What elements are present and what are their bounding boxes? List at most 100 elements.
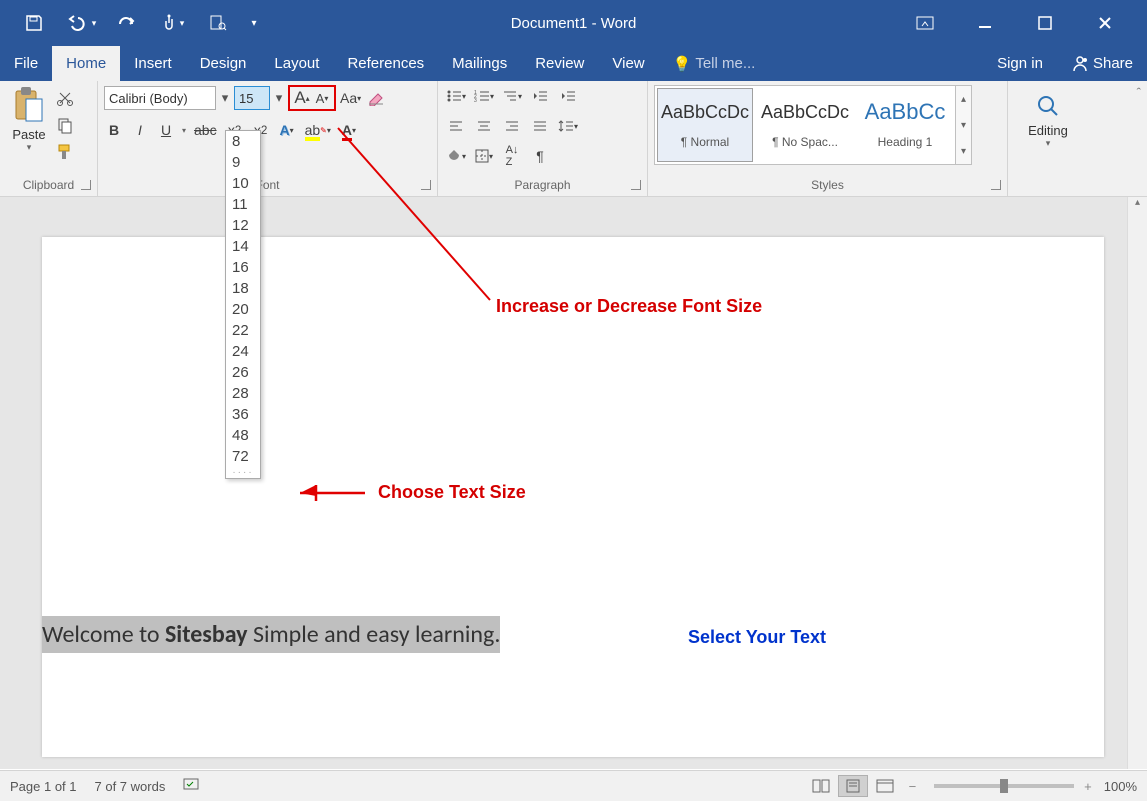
bold-button[interactable]: B bbox=[104, 119, 124, 141]
size-option[interactable]: 48 bbox=[226, 425, 260, 446]
tab-review[interactable]: Review bbox=[521, 46, 598, 81]
sign-in-button[interactable]: Sign in bbox=[983, 46, 1057, 81]
justify-button[interactable] bbox=[528, 115, 552, 137]
font-size-dropdown[interactable]: ▾ bbox=[272, 90, 286, 106]
tell-me-label: Tell me... bbox=[695, 55, 755, 72]
page-indicator[interactable]: Page 1 of 1 bbox=[10, 779, 77, 794]
print-preview-icon[interactable] bbox=[198, 3, 238, 43]
show-hide-button[interactable]: ¶ bbox=[528, 145, 552, 167]
decrease-font-size-button[interactable]: A▾ bbox=[312, 87, 332, 109]
size-option[interactable]: 12 bbox=[226, 215, 260, 236]
style-name: ¶ Normal bbox=[660, 135, 750, 149]
tab-references[interactable]: References bbox=[333, 46, 438, 81]
qat-customize-icon[interactable]: ▾ bbox=[244, 3, 264, 43]
strikethrough-button[interactable]: abc bbox=[192, 119, 219, 141]
tab-view[interactable]: View bbox=[598, 46, 658, 81]
sort-button[interactable]: A↓Z bbox=[500, 145, 524, 167]
minimize-button[interactable] bbox=[965, 8, 1005, 38]
size-option[interactable]: 22 bbox=[226, 320, 260, 341]
editing-button[interactable]: Editing ▾ bbox=[1014, 85, 1082, 149]
zoom-slider[interactable] bbox=[934, 784, 1074, 788]
line-spacing-button[interactable]: ▾ bbox=[556, 115, 580, 137]
style-heading1[interactable]: AaBbCc Heading 1 bbox=[857, 88, 953, 162]
size-option[interactable]: 14 bbox=[226, 236, 260, 257]
increase-font-size-button[interactable]: A▴ bbox=[292, 87, 312, 109]
shading-button[interactable]: ▾ bbox=[444, 145, 468, 167]
tab-file[interactable]: File bbox=[0, 46, 52, 81]
tab-home[interactable]: Home bbox=[52, 46, 120, 81]
size-option[interactable]: 28 bbox=[226, 383, 260, 404]
align-right-button[interactable] bbox=[500, 115, 524, 137]
cut-icon[interactable] bbox=[56, 89, 74, 110]
paragraph-launcher[interactable] bbox=[631, 180, 641, 190]
copy-icon[interactable] bbox=[56, 116, 74, 137]
font-size-dropdown-list[interactable]: 8 9 10 11 12 14 16 18 20 22 24 26 28 36 … bbox=[225, 130, 261, 479]
share-button[interactable]: Share bbox=[1057, 46, 1147, 81]
redo-icon[interactable] bbox=[106, 3, 146, 43]
save-icon[interactable] bbox=[14, 3, 54, 43]
underline-button[interactable]: U bbox=[156, 119, 176, 141]
size-option[interactable]: 24 bbox=[226, 341, 260, 362]
style-normal[interactable]: AaBbCcDc ¶ Normal bbox=[657, 88, 753, 162]
tell-me[interactable]: 💡Tell me... bbox=[659, 46, 770, 81]
zoom-level[interactable]: 100% bbox=[1104, 779, 1137, 794]
font-size-combo[interactable]: 15 bbox=[234, 86, 270, 110]
font-name-combo[interactable]: Calibri (Body) bbox=[104, 86, 216, 110]
spellcheck-icon[interactable] bbox=[183, 777, 201, 796]
read-mode-icon[interactable] bbox=[806, 775, 836, 797]
document-text[interactable]: Welcome to Sitesbay Simple and easy lear… bbox=[42, 620, 500, 649]
font-launcher[interactable] bbox=[421, 180, 431, 190]
tab-layout[interactable]: Layout bbox=[260, 46, 333, 81]
size-option[interactable]: 20 bbox=[226, 299, 260, 320]
print-layout-icon[interactable] bbox=[838, 775, 868, 797]
paste-button[interactable]: Paste ▾ bbox=[6, 85, 52, 168]
size-option[interactable]: 36 bbox=[226, 404, 260, 425]
word-count[interactable]: 7 of 7 words bbox=[95, 779, 166, 794]
touch-mode-icon[interactable]: ▾ bbox=[152, 3, 192, 43]
web-layout-icon[interactable] bbox=[870, 775, 900, 797]
multilevel-button[interactable]: ▾ bbox=[500, 85, 524, 107]
size-option[interactable]: 18 bbox=[226, 278, 260, 299]
highlight-button[interactable]: ab✎▾ bbox=[303, 119, 333, 141]
zoom-in-button[interactable]: + bbox=[1084, 779, 1092, 794]
italic-button[interactable]: I bbox=[130, 119, 150, 141]
size-option[interactable]: 10 bbox=[226, 173, 260, 194]
decrease-indent-button[interactable] bbox=[528, 85, 552, 107]
tab-mailings[interactable]: Mailings bbox=[438, 46, 521, 81]
font-color-button[interactable]: A▾ bbox=[339, 119, 359, 141]
numbering-button[interactable]: 123▾ bbox=[472, 85, 496, 107]
size-option[interactable]: 16 bbox=[226, 257, 260, 278]
borders-button[interactable]: ▾ bbox=[472, 145, 496, 167]
size-option[interactable]: 72 bbox=[226, 446, 260, 467]
scroll-up-icon[interactable]: ▴ bbox=[1128, 197, 1147, 217]
increase-indent-button[interactable] bbox=[556, 85, 580, 107]
styles-launcher[interactable] bbox=[991, 180, 1001, 190]
font-group-label: Font bbox=[98, 178, 437, 192]
zoom-out-button[interactable]: − bbox=[909, 779, 917, 794]
align-center-button[interactable] bbox=[472, 115, 496, 137]
undo-icon[interactable]: ▾ bbox=[60, 3, 100, 43]
size-option[interactable]: 11 bbox=[226, 194, 260, 215]
change-case-button[interactable]: Aa▾ bbox=[338, 87, 363, 109]
styles-scroll[interactable]: ▴▾▾ bbox=[956, 85, 972, 165]
clear-formatting-button[interactable] bbox=[365, 87, 387, 109]
format-painter-icon[interactable] bbox=[56, 143, 74, 164]
close-button[interactable] bbox=[1085, 8, 1125, 38]
maximize-button[interactable] bbox=[1025, 8, 1065, 38]
styles-gallery[interactable]: AaBbCcDc ¶ Normal AaBbCcDc ¶ No Spac... … bbox=[654, 85, 956, 165]
size-option[interactable]: 9 bbox=[226, 152, 260, 173]
size-option[interactable]: 8 bbox=[226, 131, 260, 152]
font-name-dropdown[interactable]: ▾ bbox=[218, 90, 232, 106]
tab-insert[interactable]: Insert bbox=[120, 46, 186, 81]
style-no-spacing[interactable]: AaBbCcDc ¶ No Spac... bbox=[757, 88, 853, 162]
size-option[interactable]: 26 bbox=[226, 362, 260, 383]
vertical-scrollbar[interactable]: ▴ bbox=[1127, 197, 1147, 769]
text-effects-button[interactable]: A▾ bbox=[277, 119, 297, 141]
ribbon-display-icon[interactable] bbox=[905, 8, 945, 38]
align-left-button[interactable] bbox=[444, 115, 468, 137]
ribbon-tabs: File Home Insert Design Layout Reference… bbox=[0, 46, 1147, 81]
bullets-button[interactable]: ▾ bbox=[444, 85, 468, 107]
tab-design[interactable]: Design bbox=[186, 46, 261, 81]
collapse-ribbon-icon[interactable]: ˆ bbox=[1137, 85, 1141, 100]
clipboard-launcher[interactable] bbox=[81, 180, 91, 190]
